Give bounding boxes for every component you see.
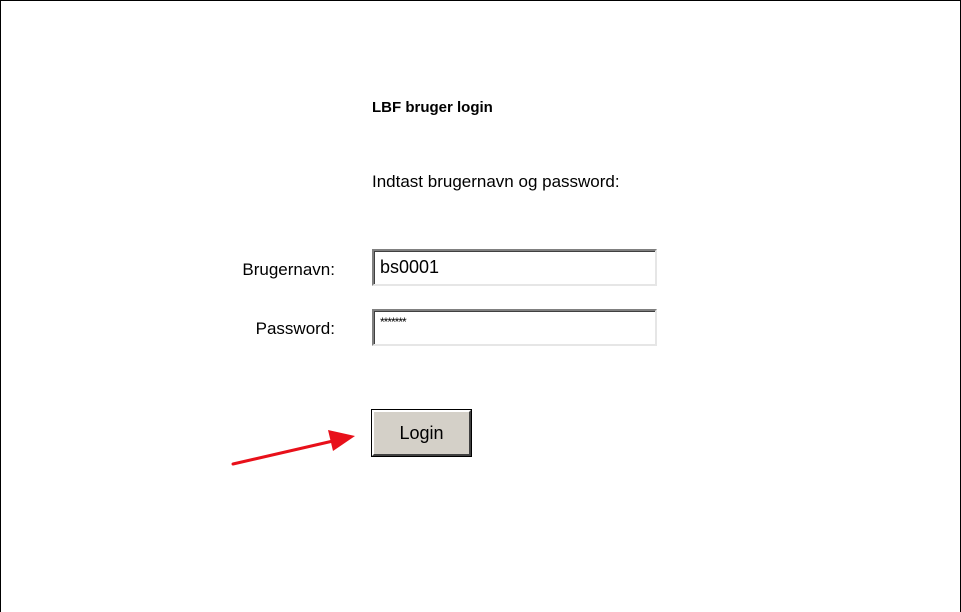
login-instruction: Indtast brugernavn og password: xyxy=(372,172,620,191)
password-field[interactable] xyxy=(372,309,657,346)
red-arrow-icon xyxy=(231,430,355,466)
password-label: Password: xyxy=(255,319,335,338)
username-field[interactable] xyxy=(372,249,657,286)
page-title: LBF bruger login xyxy=(372,99,493,116)
page-frame: LBF bruger login Indtast brugernavn og p… xyxy=(0,0,961,612)
login-button[interactable]: Login xyxy=(371,409,472,457)
username-label: Brugernavn: xyxy=(242,260,335,279)
